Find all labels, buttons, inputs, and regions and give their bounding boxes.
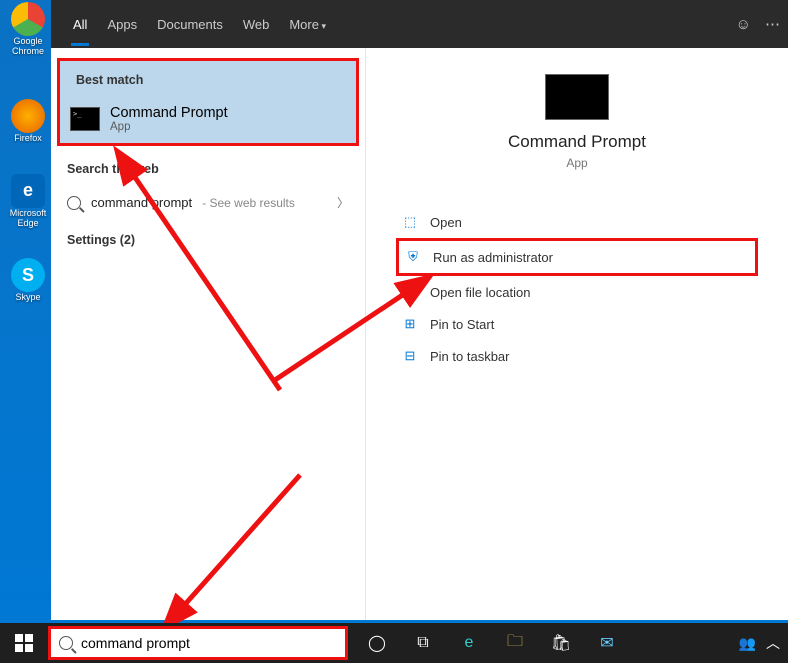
desktop-icon-label: Firefox [4, 134, 52, 144]
result-subtitle: App [366, 156, 788, 170]
tab-more[interactable]: More [279, 3, 336, 46]
desktop-icon-label: Skype [4, 293, 52, 303]
action-label: Open file location [430, 285, 530, 300]
search-input[interactable] [81, 635, 337, 651]
best-match-highlight-box: Best match Command Prompt App [57, 58, 359, 146]
pin-taskbar-icon: ⊟ [402, 348, 418, 364]
command-prompt-large-icon [545, 74, 609, 120]
desktop-icon-label: Microsoft Edge [4, 209, 52, 229]
action-pin-to-start[interactable]: ⊞ Pin to Start [396, 308, 758, 340]
mail-icon[interactable]: ✉ [586, 623, 628, 663]
folder-icon: 🗀 [402, 284, 418, 300]
tab-documents[interactable]: Documents [147, 3, 233, 46]
edge-taskbar-icon[interactable]: e [448, 623, 490, 663]
web-query-text: command prompt [91, 195, 192, 210]
system-tray: 👥 ︿ [739, 623, 780, 663]
search-web-label: Search the web [51, 150, 365, 184]
best-match-title: Command Prompt [110, 105, 228, 121]
cortana-icon[interactable]: ◯ [356, 623, 398, 663]
tab-apps[interactable]: Apps [97, 3, 147, 46]
tab-web[interactable]: Web [233, 3, 280, 46]
taskbar-search-box[interactable] [48, 626, 348, 660]
taskbar: ◯ ⧉ e 🗀 🛍 ✉ 👥 ︿ [0, 623, 788, 663]
more-options-icon[interactable]: ⋯ [765, 15, 780, 33]
open-icon: ⬚ [402, 214, 418, 230]
result-title: Command Prompt [366, 132, 788, 152]
desktop-icon-skype[interactable]: S Skype [4, 258, 52, 303]
microsoft-store-icon[interactable]: 🛍 [540, 623, 582, 663]
windows-logo-icon [15, 634, 33, 652]
start-button[interactable] [0, 623, 48, 663]
desktop-icon-chrome[interactable]: Google Chrome [4, 2, 52, 57]
action-open[interactable]: ⬚ Open [396, 206, 758, 238]
desktop-icon-edge[interactable]: e Microsoft Edge [4, 174, 52, 229]
search-tabs: All Apps Documents Web More ☺ ⋯ [51, 0, 788, 48]
feedback-icon[interactable]: ☺ [736, 16, 751, 33]
file-explorer-icon[interactable]: 🗀 [494, 623, 536, 663]
tab-all[interactable]: All [63, 3, 97, 46]
task-view-icon[interactable]: ⧉ [402, 623, 444, 663]
desktop-icon-firefox[interactable]: Firefox [4, 99, 52, 144]
action-label: Pin to taskbar [430, 349, 510, 364]
desktop-icon-label: Google Chrome [4, 37, 52, 57]
search-icon [59, 636, 73, 650]
search-results-panel: All Apps Documents Web More ☺ ⋯ Best mat… [51, 0, 788, 620]
best-match-label: Best match [60, 61, 356, 95]
action-run-as-administrator[interactable]: ⛨ Run as administrator [396, 238, 758, 276]
pin-start-icon: ⊞ [402, 316, 418, 332]
search-icon [67, 196, 81, 210]
command-prompt-icon [70, 107, 100, 131]
best-match-item[interactable]: Command Prompt App [60, 95, 356, 143]
tray-chevron-up-icon[interactable]: ︿ [766, 633, 780, 653]
results-left-column: Best match Command Prompt App Search the… [51, 48, 365, 620]
web-query-hint: - See web results [202, 196, 295, 210]
action-pin-to-taskbar[interactable]: ⊟ Pin to taskbar [396, 340, 758, 372]
settings-section-label[interactable]: Settings (2) [51, 221, 365, 255]
result-actions: ⬚ Open ⛨ Run as administrator 🗀 Open fil… [366, 206, 788, 372]
action-label: Run as administrator [433, 250, 553, 265]
result-details-column: Command Prompt App ⬚ Open ⛨ Run as admin… [365, 48, 788, 620]
web-search-result[interactable]: command prompt - See web results 〉 [51, 184, 365, 221]
desktop: Google Chrome Firefox e Microsoft Edge S… [0, 0, 55, 626]
taskbar-pinned-apps: ◯ ⧉ e 🗀 🛍 ✉ [356, 623, 628, 663]
best-match-subtitle: App [110, 121, 228, 133]
action-label: Pin to Start [430, 317, 494, 332]
action-open-file-location[interactable]: 🗀 Open file location [396, 276, 758, 308]
chevron-right-icon: 〉 [337, 194, 349, 211]
action-label: Open [430, 215, 462, 230]
admin-shield-icon: ⛨ [405, 249, 421, 265]
people-icon[interactable]: 👥 [739, 635, 756, 652]
